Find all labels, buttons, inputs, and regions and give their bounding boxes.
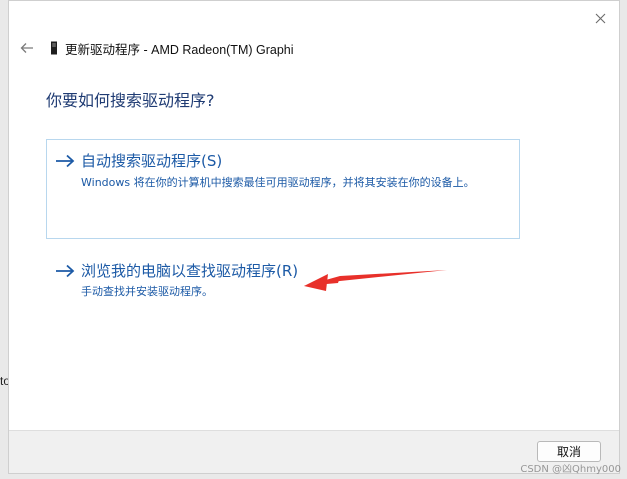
dialog-title-row: 更新驱动程序 - AMD Radeon(TM) Graphi: [17, 39, 294, 57]
option-title: 浏览我的电脑以查找驱动程序(R): [81, 262, 299, 280]
right-arrow-icon: [55, 262, 77, 280]
right-arrow-icon: [55, 152, 77, 170]
close-button[interactable]: [587, 7, 613, 29]
update-driver-dialog: 更新驱动程序 - AMD Radeon(TM) Graphi 你要如何搜索驱动程…: [8, 0, 620, 474]
search-automatically-option[interactable]: 自动搜索驱动程序(S) Windows 将在你的计算机中搜索最佳可用驱动程序，并…: [46, 139, 520, 239]
red-annotation-arrow: [304, 270, 447, 291]
option-description: Windows 将在你的计算机中搜索最佳可用驱动程序，并将其安装在你的设备上。: [81, 176, 475, 189]
close-icon: [595, 13, 605, 23]
cancel-button[interactable]: 取消: [537, 441, 601, 462]
back-button[interactable]: [17, 39, 37, 57]
back-arrow-icon: [20, 43, 33, 53]
device-icon: [49, 41, 59, 55]
option-description: 手动查找并安装驱动程序。: [81, 285, 213, 298]
option-title: 自动搜索驱动程序(S): [81, 152, 223, 170]
page-heading: 你要如何搜索驱动程序?: [46, 91, 215, 110]
dialog-title: 更新驱动程序 - AMD Radeon(TM) Graphi: [65, 42, 294, 57]
watermark: CSDN @凶Qhmy000: [520, 464, 621, 475]
